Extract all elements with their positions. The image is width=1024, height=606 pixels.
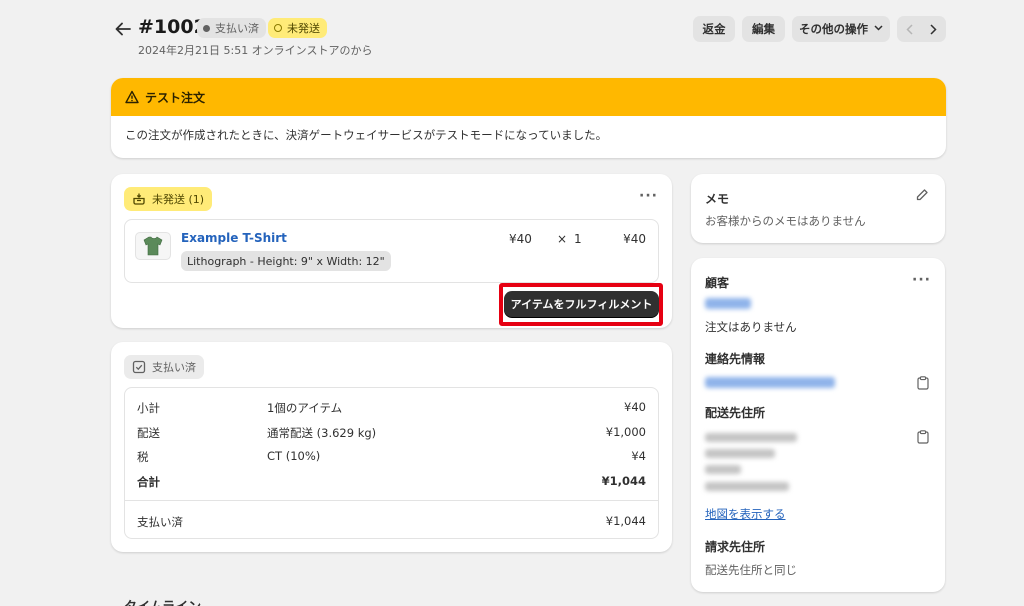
banner-message: この注文が作成されたときに、決済ゲートウェイサービスがテストモードになっていまし… (125, 128, 608, 142)
order-header: #1002 支払い済 未発送 2024年2月21日 5:51 オンラインストアの… (112, 14, 946, 60)
fulfillment-status-label: 未発送 (287, 22, 320, 35)
shipping-title: 配送先住所 (705, 406, 766, 420)
unfulfilled-badge: 未発送 (1) (124, 187, 213, 211)
unit-price: ¥40 (509, 232, 532, 246)
more-options-icon[interactable]: ··· (639, 188, 658, 204)
pencil-icon[interactable] (915, 188, 929, 202)
memo-card: メモ お客様からのメモはありません (691, 174, 945, 243)
chevron-down-icon (874, 24, 883, 34)
more-options-icon[interactable]: ··· (912, 272, 931, 288)
address-line-redacted (705, 449, 775, 458)
edit-button[interactable]: 編集 (742, 16, 785, 42)
banner-header: テスト注文 (111, 78, 946, 116)
row-label: 税 (137, 450, 149, 464)
address-line-redacted (705, 482, 789, 491)
summary-row-shipping: 配送 通常配送 (3.629 kg) ¥1,000 (137, 425, 646, 443)
product-thumbnail[interactable] (135, 232, 171, 260)
row-label: 支払い済 (137, 515, 183, 529)
fulfill-items-button[interactable]: アイテムをフルフィルメント (504, 291, 659, 317)
memo-title: メモ (705, 192, 730, 206)
unfulfilled-card: 未発送 (1) ··· Example T-Shirt Lithograph -… (111, 174, 672, 328)
summary-row-tax: 税 CT (10%) ¥4 (137, 449, 646, 467)
billing-text: 配送先住所と同じ (705, 563, 797, 577)
view-map-link[interactable]: 地図を表示する (705, 506, 786, 522)
more-actions-label: その他の操作 (799, 22, 868, 36)
row-label: 合計 (137, 475, 160, 489)
row-amount: ¥1,044 (605, 514, 646, 528)
more-actions-button[interactable]: その他の操作 (792, 16, 890, 42)
contact-email-redacted[interactable] (705, 377, 835, 388)
row-amount: ¥1,000 (605, 425, 646, 439)
summary-row-total: 合計 ¥1,044 (137, 474, 646, 492)
summary-row-paid: 支払い済 ¥1,044 (137, 514, 646, 532)
package-icon (133, 193, 145, 205)
line-total: ¥40 (623, 232, 646, 246)
refund-button[interactable]: 返金 (693, 16, 735, 42)
variant-tag: Lithograph - Height: 9" x Width: 12" (181, 251, 391, 271)
row-amount: ¥4 (631, 449, 646, 463)
payment-summary: 小計 1個のアイテム ¥40 配送 通常配送 (3.629 kg) ¥1,000… (124, 387, 659, 539)
tshirt-icon (143, 236, 163, 256)
customer-title: 顧客 (705, 276, 730, 290)
order-count: 注文はありません (705, 320, 797, 334)
contact-title: 連絡先情報 (705, 352, 766, 366)
address-line-redacted (705, 465, 741, 474)
row-detail: 1個のアイテム (267, 401, 343, 415)
next-order-button[interactable] (921, 16, 946, 42)
order-date-source: 2024年2月21日 5:51 オンラインストアのから (138, 44, 373, 57)
billing-title: 請求先住所 (705, 540, 766, 554)
summary-row-subtotal: 小計 1個のアイテム ¥40 (137, 400, 646, 418)
filled-dot-icon (203, 24, 210, 32)
payment-status-label: 支払い済 (215, 22, 259, 35)
fulfillment-status-badge: 未発送 (268, 18, 327, 38)
paid-badge: 支払い済 (124, 355, 204, 379)
test-order-banner: テスト注文 この注文が作成されたときに、決済ゲートウェイサービスがテストモードに… (111, 78, 946, 158)
product-name-link[interactable]: Example T-Shirt (181, 231, 287, 245)
paid-badge-label: 支払い済 (152, 361, 196, 374)
chevron-left-icon (905, 23, 913, 35)
row-detail: 通常配送 (3.629 kg) (267, 426, 377, 440)
customer-card: 顧客 ··· 注文はありません 連絡先情報 配送先住所 地図を表示する 請求先住… (691, 258, 945, 592)
times-sign: × (557, 232, 568, 246)
payment-status-badge: 支払い済 (197, 18, 266, 38)
row-label: 小計 (137, 401, 160, 415)
row-amount: ¥40 (624, 400, 646, 414)
unfulfilled-badge-label: 未発送 (1) (152, 193, 205, 206)
back-arrow-icon[interactable] (112, 18, 134, 40)
previous-order-button[interactable] (897, 16, 921, 42)
row-label: 配送 (137, 426, 160, 440)
memo-text: お客様からのメモはありません (705, 214, 866, 228)
customer-name-redacted[interactable] (705, 298, 751, 309)
receipt-check-icon (132, 360, 146, 374)
row-amount: ¥1,044 (601, 474, 646, 488)
copy-icon[interactable] (917, 430, 929, 444)
line-item: Example T-Shirt Lithograph - Height: 9" … (124, 219, 659, 283)
ring-dot-icon (274, 24, 282, 32)
banner-title: テスト注文 (145, 90, 206, 105)
warning-icon (125, 90, 139, 104)
quantity: 1 (574, 232, 582, 246)
address-line-redacted (705, 433, 797, 442)
row-detail: CT (10%) (267, 449, 321, 463)
timeline-title: タイムライン (124, 596, 201, 606)
divider (125, 500, 658, 501)
copy-icon[interactable] (917, 376, 929, 390)
payment-card: 支払い済 小計 1個のアイテム ¥40 配送 通常配送 (3.629 kg) ¥… (111, 342, 672, 552)
chevron-right-icon (930, 23, 937, 35)
